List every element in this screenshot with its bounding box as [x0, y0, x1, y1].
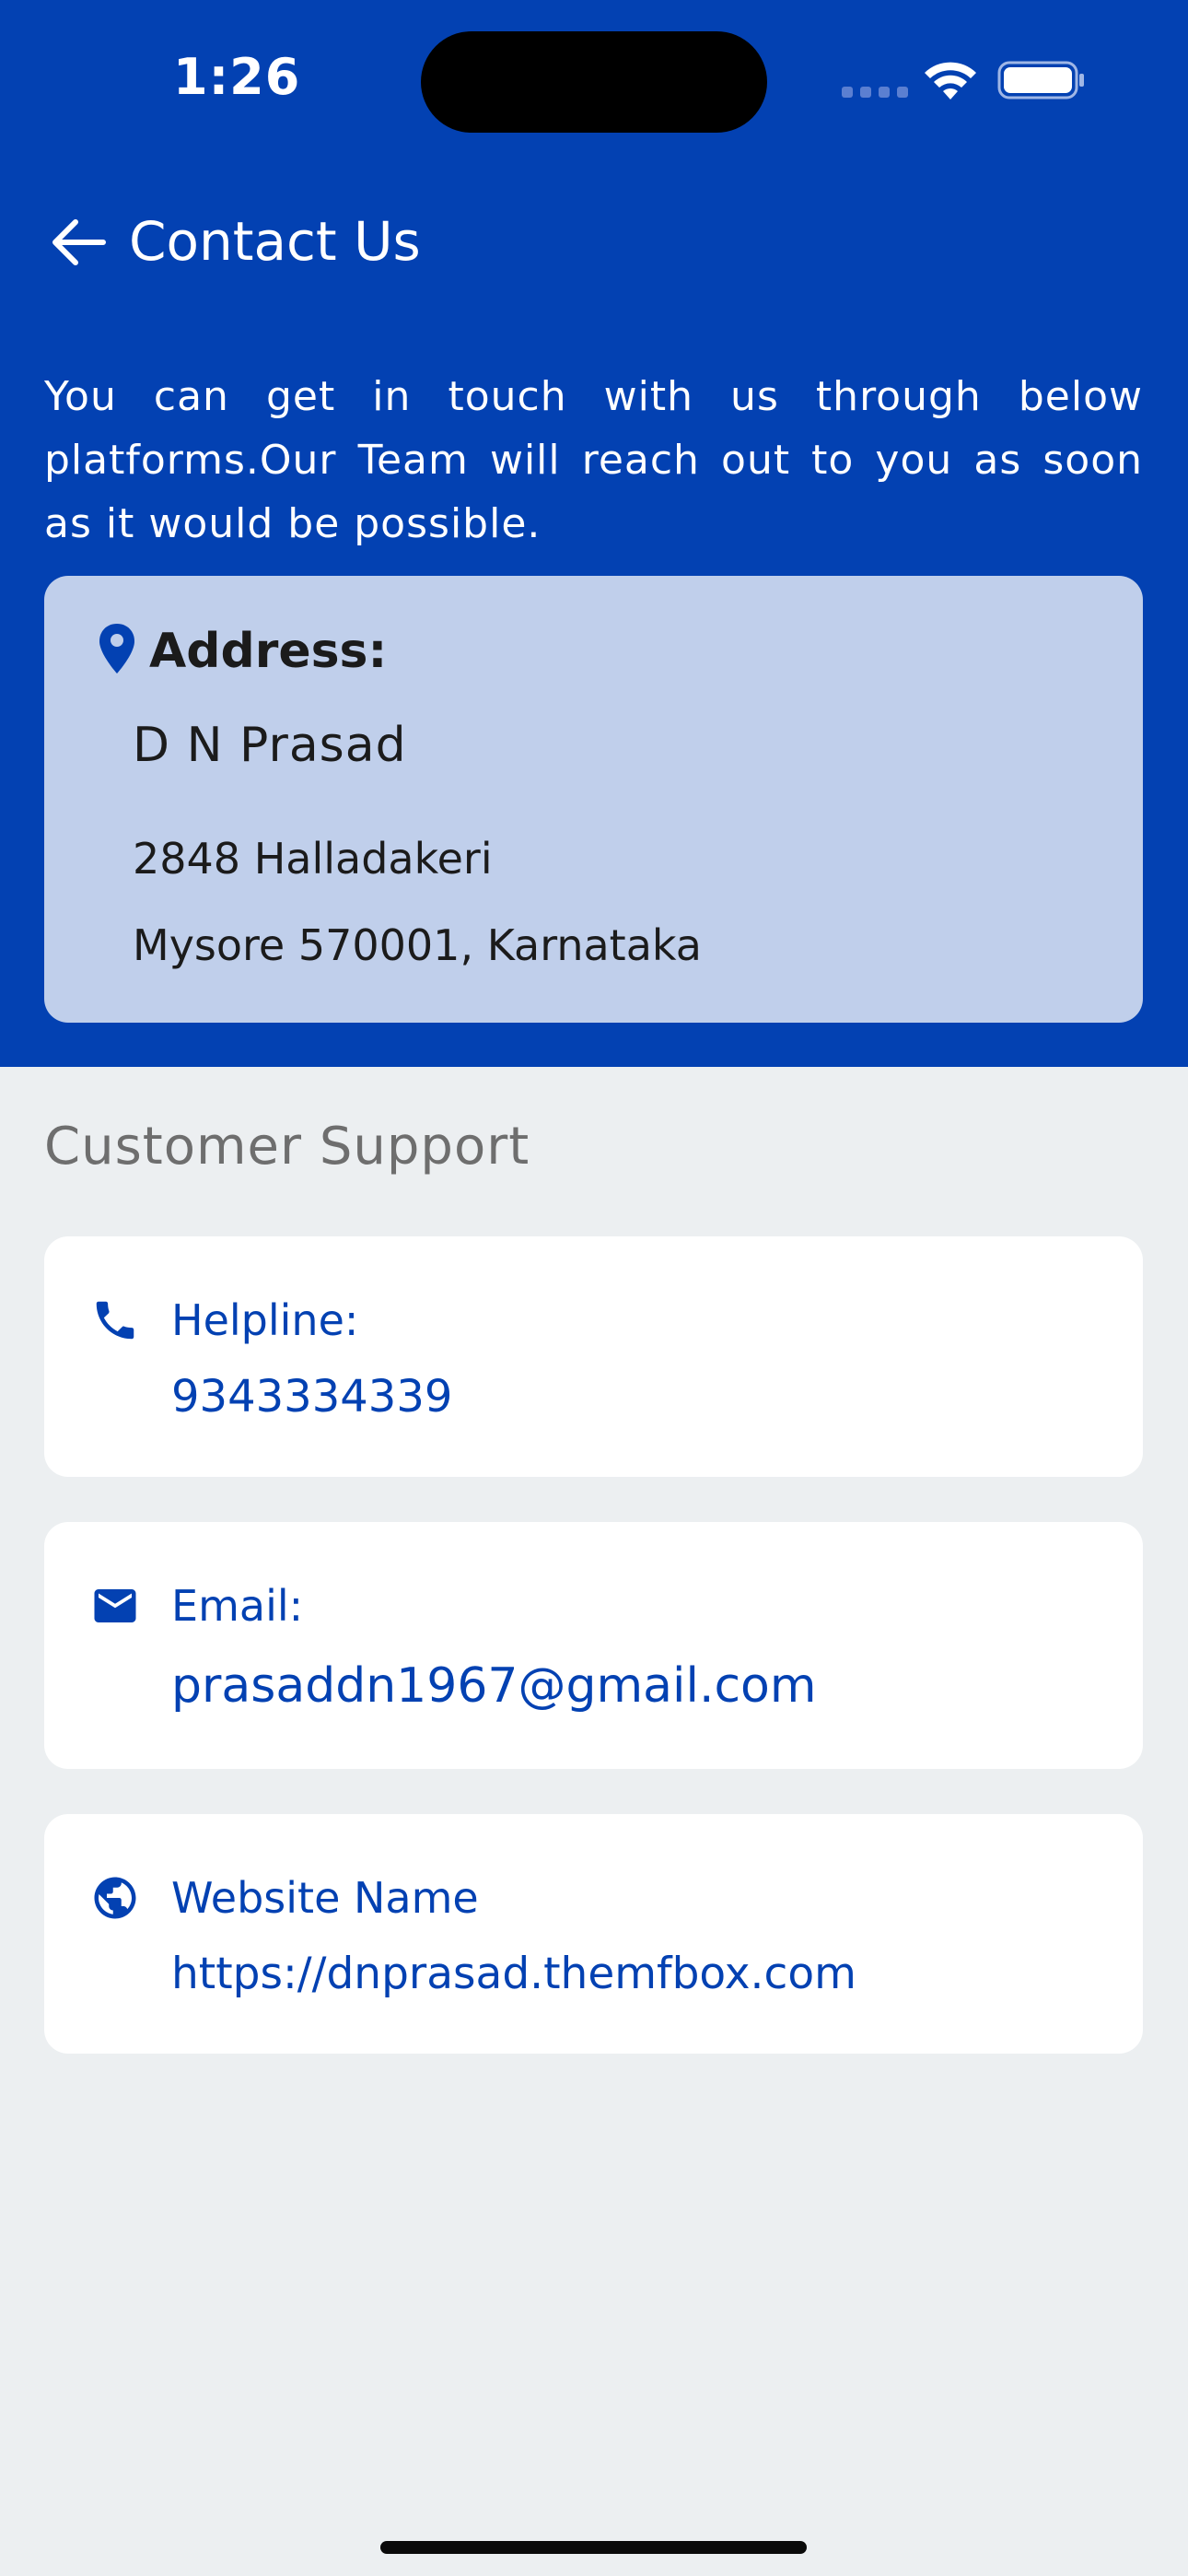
helpline-number[interactable]: 9343334339	[171, 1371, 452, 1423]
website-label: Website Name	[171, 1873, 479, 1923]
website-card[interactable]: Website Name https://dnprasad.themfbox.c…	[44, 1814, 1143, 2054]
home-indicator[interactable]	[380, 2541, 807, 2554]
mail-icon	[94, 1589, 136, 1622]
email-label: Email:	[171, 1581, 304, 1631]
email-address[interactable]: prasaddn1967@gmail.com	[171, 1658, 817, 1714]
address-line-1: 2848 Halladakeri	[133, 834, 493, 884]
wifi-icon	[925, 62, 976, 100]
helpline-card[interactable]: Helpline: 9343334339	[44, 1236, 1143, 1477]
map-pin-icon	[99, 624, 134, 673]
website-url[interactable]: https://dnprasad.themfbox.com	[171, 1949, 856, 1999]
address-card: Address: D N Prasad 2848 Halladakeri Mys…	[44, 576, 1143, 1023]
phone-icon	[96, 1301, 134, 1340]
dynamic-island	[421, 31, 767, 133]
address-line-2: Mysore 570001, Karnataka	[133, 920, 702, 970]
cellular-signal-icon	[842, 87, 908, 98]
intro-text: You can get in touch with us through bel…	[44, 373, 1143, 547]
address-name: D N Prasad	[133, 718, 407, 773]
header-banner: 1:26 Contact Us You can get in touch wit…	[0, 0, 1188, 1067]
back-arrow-icon[interactable]	[48, 212, 109, 273]
helpline-label: Helpline:	[171, 1295, 359, 1345]
customer-support-title: Customer Support	[44, 1117, 530, 1177]
email-card[interactable]: Email: prasaddn1967@gmail.com	[44, 1522, 1143, 1769]
address-heading: Address:	[149, 624, 388, 679]
page-title: Contact Us	[129, 210, 421, 273]
battery-icon	[997, 61, 1084, 100]
globe-icon	[94, 1877, 136, 1919]
status-time: 1:26	[173, 48, 301, 106]
